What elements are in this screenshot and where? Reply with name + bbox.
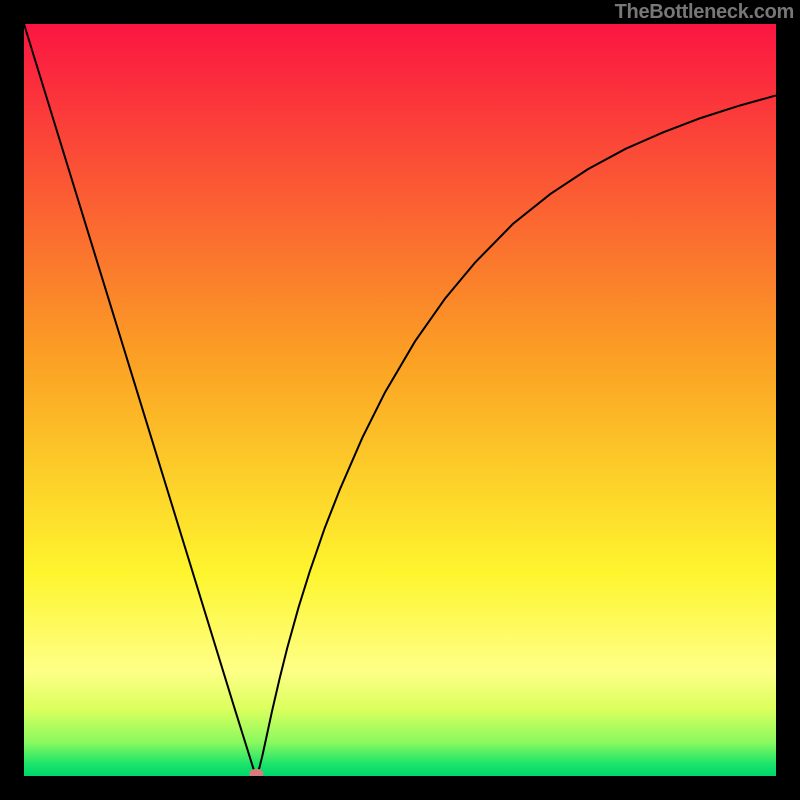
watermark-label: TheBottleneck.com <box>615 1 794 24</box>
chart-canvas <box>24 24 776 776</box>
plot-area <box>24 24 776 776</box>
chart-frame: TheBottleneck.com <box>0 0 800 800</box>
gradient-background <box>24 24 776 776</box>
